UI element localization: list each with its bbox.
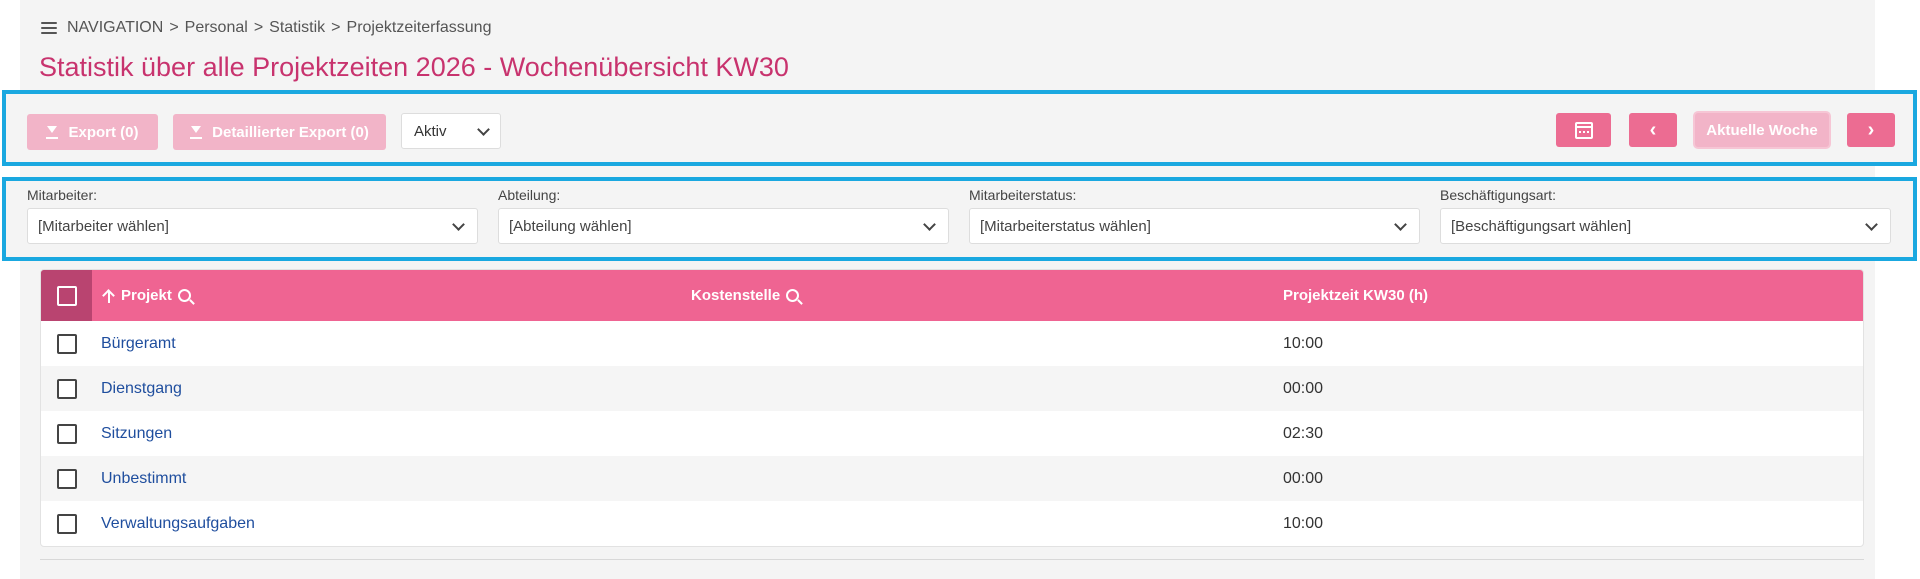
table-header: Projekt Kostenstelle Projektzeit KW30 (h…: [41, 270, 1863, 321]
filter-label: Mitarbeiterstatus:: [969, 187, 1077, 203]
chevron-down-icon: [1394, 217, 1407, 231]
table-row: Sitzungen 02:30: [41, 411, 1863, 456]
table-row: Verwaltungsaufgaben 10:00: [41, 501, 1863, 546]
row-checkbox[interactable]: [56, 333, 77, 354]
download-icon: [190, 125, 203, 139]
project-time: 10:00: [1283, 334, 1324, 352]
chevron-down-icon: [923, 217, 936, 231]
breadcrumb-statistik[interactable]: Statistik: [269, 19, 325, 37]
calendar-button[interactable]: [1556, 113, 1611, 147]
abteilung-select-value: [Abteilung wählen]: [509, 217, 632, 235]
project-time: 10:00: [1283, 514, 1324, 532]
table-row: Bürgeramt 10:00: [41, 321, 1863, 366]
select-all-checkbox[interactable]: [56, 285, 77, 306]
mitarbeiter-select[interactable]: [Mitarbeiter wählen]: [27, 208, 478, 244]
abteilung-select[interactable]: [Abteilung wählen]: [498, 208, 949, 244]
beschaeftigungsart-select[interactable]: [Beschäftigungsart wählen]: [1440, 208, 1891, 244]
table-row: Dienstgang 00:00: [41, 366, 1863, 411]
page-title: Statistik über alle Projektzeiten 2026 -…: [39, 52, 789, 82]
mitarbeiterstatus-select[interactable]: [Mitarbeiterstatus wählen]: [969, 208, 1420, 244]
mitarbeiterstatus-select-value: [Mitarbeiterstatus wählen]: [980, 217, 1151, 235]
filter-beschaeftigungsart: Beschäftigungsart: [Beschäftigungsart wä…: [1440, 187, 1891, 244]
status-select[interactable]: Aktiv: [401, 113, 501, 149]
filter-mitarbeiter: Mitarbeiter: [Mitarbeiter wählen]: [27, 187, 478, 244]
export-button-label: Export (0): [68, 123, 139, 141]
toolbar: Export (0) Detaillierter Export (0) Akti…: [2, 90, 1917, 166]
detailed-export-button-label: Detaillierter Export (0): [212, 123, 369, 141]
breadcrumb-separator: >: [331, 19, 341, 36]
filter-label: Mitarbeiter:: [27, 187, 98, 203]
project-time: 02:30: [1283, 424, 1324, 442]
breadcrumb: NAVIGATION > Personal > Statistik > Proj…: [41, 17, 491, 39]
sort-ascending-icon: [103, 289, 115, 303]
column-header-projektzeit-label: Projektzeit KW30 (h): [1283, 287, 1429, 304]
breadcrumb-separator: >: [253, 19, 264, 36]
chevron-down-icon: [477, 122, 490, 136]
project-link[interactable]: Sitzungen: [101, 425, 172, 443]
table-row: Unbestimmt 00:00: [41, 456, 1863, 501]
download-icon: [46, 125, 59, 139]
project-link[interactable]: Verwaltungsaufgaben: [101, 515, 255, 533]
chevron-right-icon: ›: [1867, 118, 1875, 141]
breadcrumb-separator: >: [169, 19, 179, 36]
project-time: 00:00: [1283, 469, 1324, 487]
breadcrumb-navigation[interactable]: NAVIGATION: [67, 19, 163, 37]
status-select-value: Aktiv: [414, 122, 447, 140]
column-header-projekt-label: Projekt: [121, 287, 172, 304]
row-checkbox[interactable]: [56, 513, 77, 534]
chevron-left-icon: ‹: [1649, 118, 1657, 141]
divider: [40, 559, 1864, 560]
filter-mitarbeiterstatus: Mitarbeiterstatus: [Mitarbeiterstatus wä…: [969, 187, 1420, 244]
chevron-down-icon: [1865, 217, 1878, 231]
column-header-projektzeit[interactable]: Projektzeit KW30 (h): [1283, 287, 1428, 304]
detailed-export-button[interactable]: Detaillierter Export (0): [173, 114, 386, 150]
calendar-icon: [1574, 121, 1593, 139]
filter-bar: Mitarbeiter: [Mitarbeiter wählen] Abteil…: [2, 177, 1917, 261]
column-header-kostenstelle[interactable]: Kostenstelle: [691, 287, 800, 304]
next-week-button[interactable]: ›: [1847, 113, 1895, 147]
breadcrumb-personal[interactable]: Personal: [185, 19, 248, 37]
select-all-cell: [41, 270, 92, 321]
chevron-down-icon: [452, 217, 465, 231]
row-checkbox[interactable]: [56, 378, 77, 399]
filter-label: Beschäftigungsart:: [1440, 187, 1556, 203]
row-checkbox[interactable]: [56, 468, 77, 489]
column-header-kostenstelle-label: Kostenstelle: [691, 287, 781, 304]
beschaeftigungsart-select-value: [Beschäftigungsart wählen]: [1451, 217, 1632, 235]
breadcrumb-projektzeiterfassung: Projektzeiterfassung: [346, 19, 492, 36]
project-time-table: Projekt Kostenstelle Projektzeit KW30 (h…: [40, 269, 1864, 547]
project-time: 00:00: [1283, 379, 1324, 397]
previous-week-button[interactable]: ‹: [1629, 113, 1677, 147]
column-header-projekt[interactable]: Projekt: [103, 287, 191, 304]
project-link[interactable]: Dienstgang: [101, 380, 182, 398]
search-icon[interactable]: [177, 289, 191, 302]
current-week-button[interactable]: Aktuelle Woche: [1695, 113, 1829, 147]
filter-abteilung: Abteilung: [Abteilung wählen]: [498, 187, 949, 244]
current-week-button-label: Aktuelle Woche: [1706, 121, 1818, 139]
search-icon[interactable]: [786, 289, 800, 302]
filter-label: Abteilung:: [498, 187, 561, 203]
export-button[interactable]: Export (0): [27, 114, 158, 150]
mitarbeiter-select-value: [Mitarbeiter wählen]: [38, 217, 169, 235]
project-link[interactable]: Bürgeramt: [101, 335, 176, 353]
hamburger-menu-icon[interactable]: [41, 22, 57, 34]
project-link[interactable]: Unbestimmt: [101, 470, 186, 488]
row-checkbox[interactable]: [56, 423, 77, 444]
